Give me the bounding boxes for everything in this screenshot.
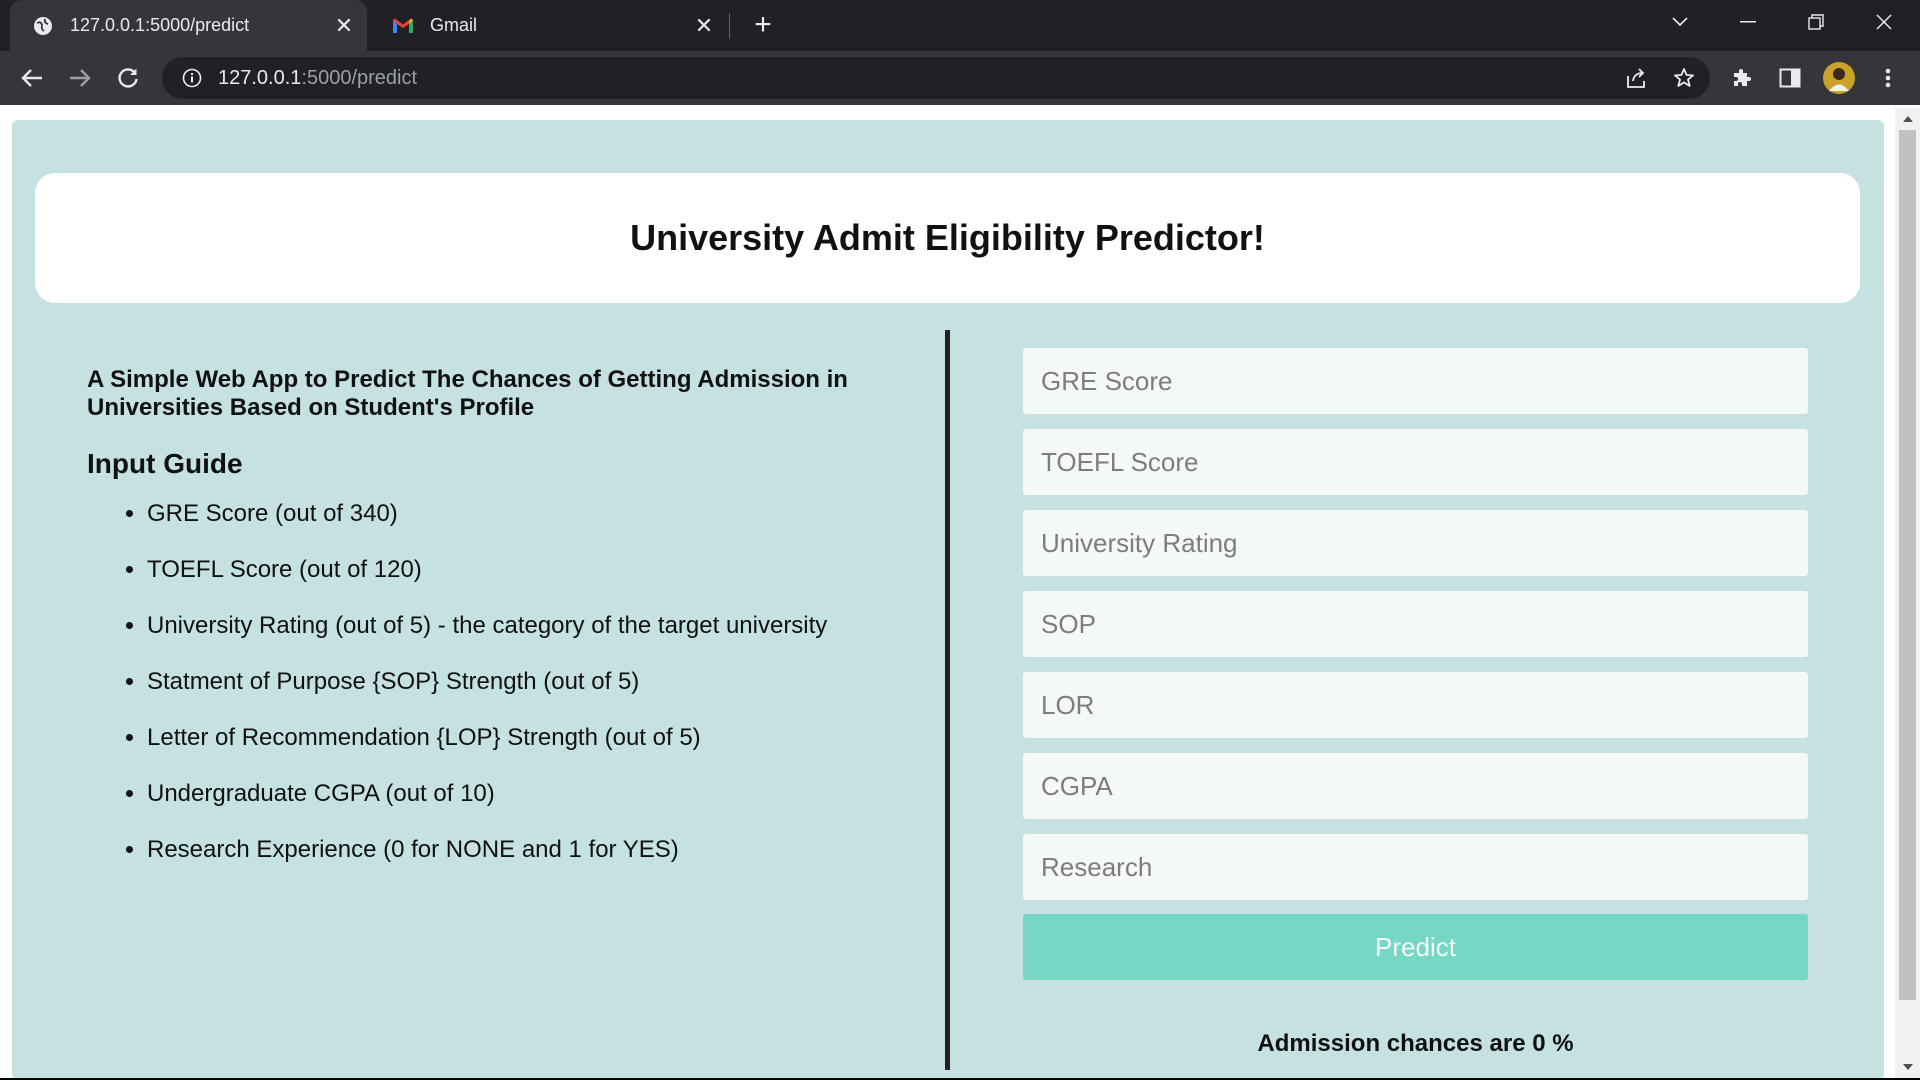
url-path: :5000/predict (301, 66, 418, 89)
guide-item-gre: GRE Score (out of 340) (147, 500, 887, 556)
prediction-form: Predict (1023, 348, 1808, 980)
url-host: 127.0.0.1 (218, 66, 302, 89)
guide-item-lor: Letter of Recommendation {LOP} Strength … (147, 724, 887, 780)
new-tab-icon[interactable]: + (746, 8, 780, 42)
close-tab-icon[interactable]: ✕ (689, 11, 719, 41)
page-title: University Admit Eligibility Predictor! (630, 217, 1265, 258)
close-window-icon[interactable] (1856, 0, 1912, 44)
input-guide-heading: Input Guide (87, 448, 243, 479)
guide-item-research: Research Experience (0 for NONE and 1 fo… (147, 836, 887, 892)
guide-item-university-rating: University Rating (out of 5) - the categ… (147, 612, 887, 668)
page-scrollbar[interactable] (1895, 108, 1920, 1078)
globe-icon (32, 15, 54, 37)
browser-tab-bar: 127.0.0.1:5000/predict ✕ Gmail ✕ + (0, 0, 1920, 51)
tab-title: Gmail (430, 15, 478, 35)
bookmark-star-icon[interactable] (1670, 64, 1698, 92)
research-input[interactable] (1023, 834, 1808, 900)
reload-icon[interactable] (110, 60, 146, 96)
cgpa-input[interactable] (1023, 753, 1808, 819)
tab-gmail[interactable]: Gmail ✕ (370, 0, 727, 51)
site-info-icon[interactable] (180, 66, 204, 90)
toefl-score-input[interactable] (1023, 429, 1808, 495)
address-bar[interactable]: 127.0.0.1:5000/predict (162, 57, 1710, 99)
tab-search-chevron-icon[interactable] (1652, 0, 1708, 44)
forward-arrow-icon[interactable] (62, 60, 98, 96)
gmail-icon (392, 15, 414, 37)
url-text: 127.0.0.1:5000/predict (218, 67, 417, 90)
close-tab-icon[interactable]: ✕ (329, 11, 359, 41)
more-menu-icon[interactable] (1874, 64, 1902, 92)
back-arrow-icon[interactable] (14, 60, 50, 96)
browser-toolbar: 127.0.0.1:5000/predict (0, 51, 1920, 105)
tab-predict[interactable]: 127.0.0.1:5000/predict ✕ (10, 0, 367, 51)
main-panel: University Admit Eligibility Predictor! … (12, 120, 1884, 1078)
tab-title: 127.0.0.1:5000/predict (70, 15, 250, 35)
tab-separator (729, 13, 730, 39)
header-card: University Admit Eligibility Predictor! (35, 173, 1860, 303)
minimize-icon[interactable] (1720, 0, 1776, 44)
share-icon[interactable] (1622, 64, 1650, 92)
guide-item-toefl: TOEFL Score (out of 120) (147, 556, 887, 612)
page-viewport: University Admit Eligibility Predictor! … (0, 108, 1895, 1078)
predict-button[interactable]: Predict (1023, 914, 1808, 980)
extensions-puzzle-icon[interactable] (1728, 64, 1756, 92)
profile-avatar[interactable] (1822, 61, 1856, 95)
prediction-result: Admission chances are 0 % (1257, 1030, 1574, 1057)
scroll-down-arrow-icon[interactable] (1895, 1058, 1920, 1076)
university-rating-input[interactable] (1023, 510, 1808, 576)
restore-icon[interactable] (1788, 0, 1844, 44)
scrollbar-thumb[interactable] (1899, 130, 1916, 1000)
intro-section: A Simple Web App to Predict The Chances … (87, 366, 887, 892)
side-panel-icon[interactable] (1776, 64, 1804, 92)
app-subtitle: A Simple Web App to Predict The Chances … (87, 366, 848, 421)
lor-input[interactable] (1023, 672, 1808, 738)
vertical-divider (945, 330, 950, 1070)
guide-item-sop: Statment of Purpose {SOP} Strength (out … (147, 668, 887, 724)
gre-score-input[interactable] (1023, 348, 1808, 414)
sop-input[interactable] (1023, 591, 1808, 657)
scroll-up-arrow-icon[interactable] (1895, 110, 1920, 128)
guide-item-cgpa: Undergraduate CGPA (out of 10) (147, 780, 887, 836)
input-guide-list: GRE Score (out of 340) TOEFL Score (out … (87, 500, 887, 892)
